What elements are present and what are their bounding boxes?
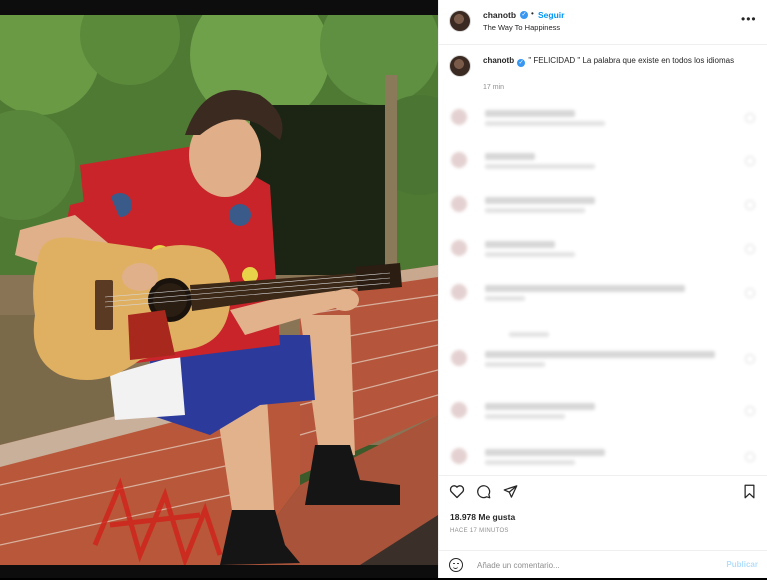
likes-count[interactable]: 18.978 Me gusta <box>450 512 515 522</box>
caption-text: " FELICIDAD " La palabra que existe en t… <box>526 56 735 65</box>
verified-badge-icon: ✓ <box>520 11 528 19</box>
bookmark-icon[interactable] <box>743 484 756 499</box>
caption-time: 17 min <box>483 84 505 91</box>
caption-username[interactable]: chanotb <box>483 56 514 65</box>
bottom-black-bar <box>0 565 438 578</box>
author-subtitle: The Way To Happiness <box>483 23 561 32</box>
author-username[interactable]: chanotb <box>483 10 516 20</box>
comment-bubble-icon[interactable] <box>476 484 491 499</box>
paper-plane-icon[interactable] <box>503 484 518 499</box>
post-header: chanotb ✓ • Seguir The Way To Happiness … <box>439 0 767 45</box>
blurred-comment <box>449 150 759 172</box>
blurred-comment <box>449 318 759 340</box>
instagram-post-view: chanotb ✓ • Seguir The Way To Happiness … <box>0 0 767 578</box>
post-photo[interactable] <box>0 15 438 565</box>
blurred-comment <box>449 238 759 260</box>
post-caption: chanotb ✓ " FELICIDAD " La palabra que ex… <box>483 55 745 67</box>
posted-ago: HACE 17 MINUTOS <box>450 528 509 534</box>
caption-verified-icon: ✓ <box>517 59 526 67</box>
blurred-comment <box>449 282 759 304</box>
publish-button[interactable]: Publicar <box>726 560 758 569</box>
comment-bar: Publicar <box>439 550 767 580</box>
blurred-comment <box>449 107 759 129</box>
blurred-comment <box>449 446 759 468</box>
blurred-comment <box>449 194 759 216</box>
more-options-icon[interactable]: ••• <box>741 12 757 26</box>
smiley-icon[interactable] <box>449 558 463 572</box>
post-side-panel: chanotb ✓ • Seguir The Way To Happiness … <box>438 0 767 578</box>
header-separator: • <box>531 9 534 18</box>
blurred-comment <box>449 348 759 370</box>
post-actions: 18.978 Me gusta HACE 17 MINUTOS Publicar <box>439 475 767 579</box>
top-black-bar <box>0 0 438 15</box>
photo-man-playing-guitar <box>0 15 438 565</box>
blurred-comment <box>449 400 759 422</box>
follow-button[interactable]: Seguir <box>538 10 564 20</box>
caption-author-avatar[interactable] <box>449 55 471 77</box>
heart-icon[interactable] <box>449 484 465 499</box>
comment-input[interactable] <box>477 558 697 573</box>
author-avatar[interactable] <box>449 10 471 32</box>
